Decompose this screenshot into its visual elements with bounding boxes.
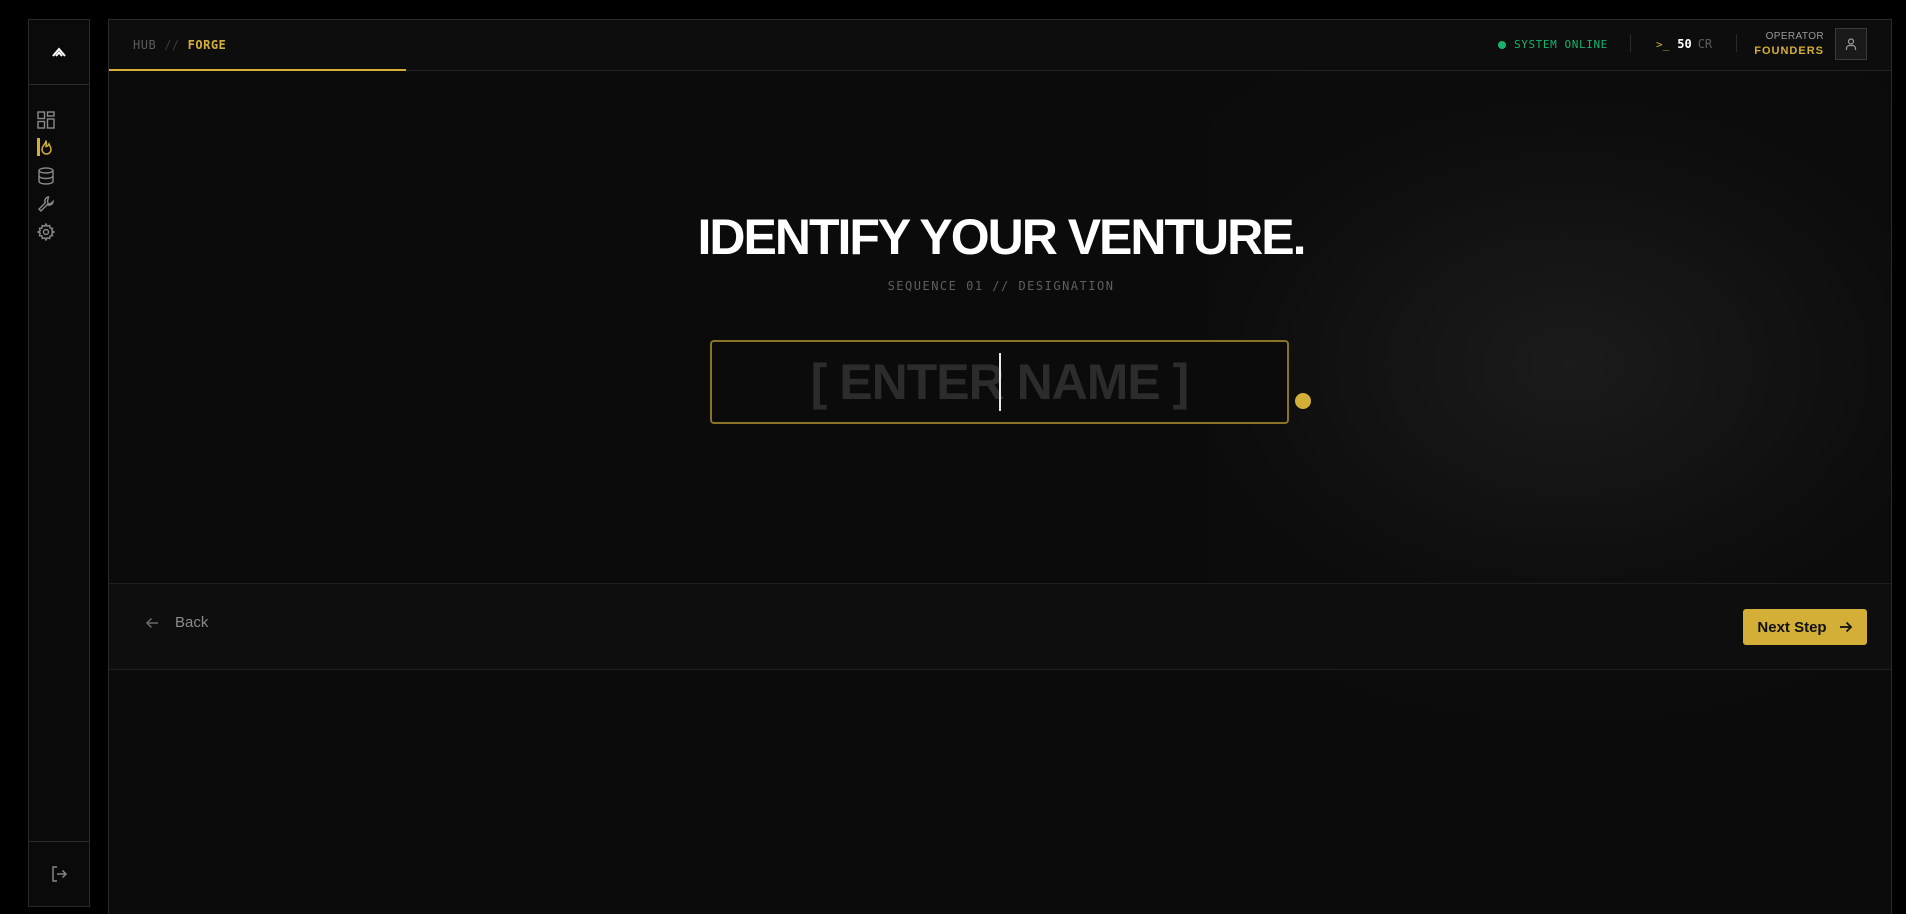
status-dot-icon (1498, 40, 1506, 49)
gear-icon (37, 223, 55, 241)
sidebar-item-settings[interactable] (29, 218, 89, 246)
sidebar-nav (29, 106, 89, 246)
operator-name: FOUNDERS (1754, 45, 1824, 57)
divider (1736, 34, 1737, 52)
arrow-left-icon (145, 617, 158, 628)
logout-icon (52, 866, 67, 882)
text-cursor (999, 353, 1001, 411)
breadcrumb-hub[interactable]: HUB (133, 38, 156, 52)
operator-info: OPERATOR FOUNDERS (1754, 30, 1824, 58)
operator-label: OPERATOR (1765, 31, 1824, 42)
terminal-prompt-icon: >_ (1656, 37, 1670, 51)
breadcrumb: HUB // FORGE (133, 38, 226, 52)
main-panel: HUB // FORGE SYSTEM ONLINE >_ 50 CR OPERAT… (108, 19, 1892, 914)
page-subtitle: SEQUENCE 01 // DESIGNATION (887, 279, 1115, 293)
user-icon (1845, 38, 1857, 50)
dashboard-grid-icon (37, 111, 55, 129)
back-button-label: Back (175, 614, 209, 631)
arrow-right-icon (1839, 621, 1852, 633)
user-avatar-button[interactable] (1835, 28, 1867, 60)
top-bar: HUB // FORGE SYSTEM ONLINE >_ 50 CR OPERAT… (109, 20, 1891, 71)
logout-button[interactable] (29, 841, 89, 906)
breadcrumb-current: FORGE (187, 38, 227, 52)
breadcrumb-separator: // (164, 38, 180, 52)
credits-display: >_ 50 CR (1656, 37, 1712, 51)
step-progress-bar (109, 69, 406, 71)
next-step-button[interactable]: Next Step (1743, 609, 1867, 645)
wrench-icon (38, 196, 54, 212)
sidebar-item-database[interactable] (29, 162, 89, 190)
flame-forge-icon (41, 140, 52, 155)
sidebar-item-tools[interactable] (29, 190, 89, 218)
sidebar-item-forge[interactable] (29, 134, 89, 162)
page-title: IDENTIFY YOUR VENTURE. (697, 209, 1306, 265)
credits-unit: CR (1697, 37, 1713, 51)
database-icon (38, 167, 54, 185)
system-status-text: SYSTEM ONLINE (1514, 38, 1608, 51)
divider (1630, 34, 1631, 52)
system-status: SYSTEM ONLINE (1498, 38, 1608, 51)
step-footer: Back Next Step (109, 583, 1891, 670)
back-button[interactable]: Back (145, 614, 208, 631)
next-step-label: Next Step (1757, 618, 1827, 636)
sidebar (28, 19, 90, 907)
cursor-dot-icon (1295, 393, 1311, 409)
sidebar-logo[interactable] (29, 20, 89, 85)
credits-value: 50 (1677, 37, 1692, 51)
sidebar-item-dashboard[interactable] (29, 106, 89, 134)
chevron-up-logo-icon (52, 47, 66, 57)
